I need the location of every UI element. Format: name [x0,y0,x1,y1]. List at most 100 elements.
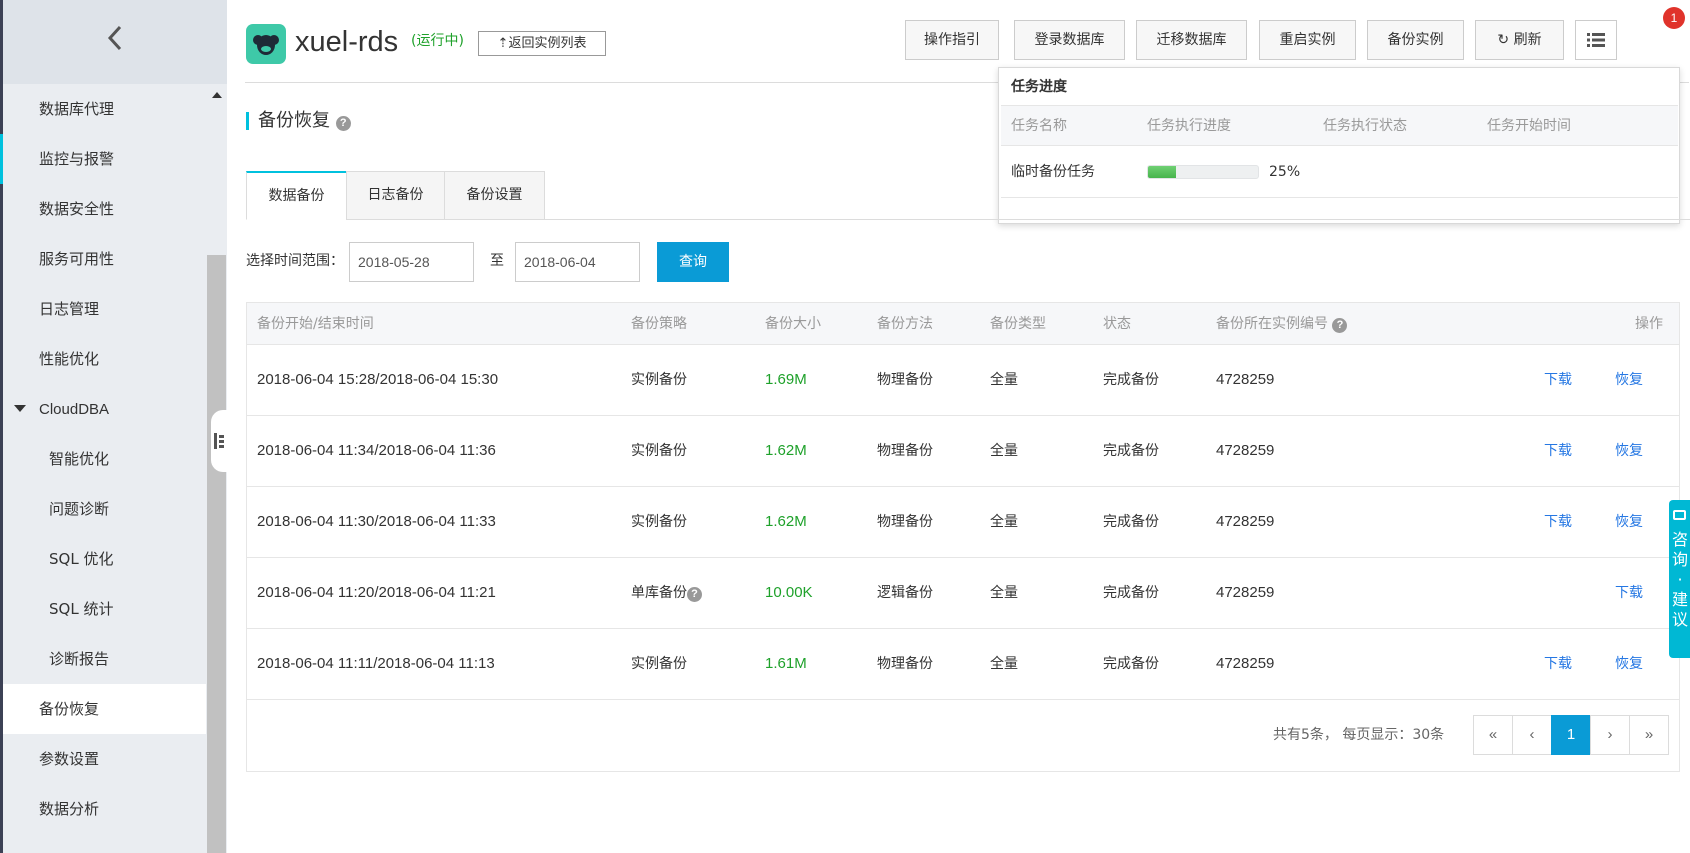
sidebar-toggle-button[interactable] [211,410,227,472]
cell-policy: 实例备份 [631,656,687,672]
tab-backup-settings[interactable]: 备份设置 [444,171,545,220]
cell-method: 物理备份 [877,656,933,672]
cell-method: 物理备份 [877,372,933,388]
table-row: 2018-06-04 11:11/2018-06-04 11:13 实例备份 1… [247,629,1679,700]
scroll-up-arrow-icon[interactable] [212,92,222,98]
sidebar-scrollbar-thumb[interactable] [207,255,226,853]
task-table-header: 任务名称 任务执行进度 任务执行状态 任务开始时间 [1001,105,1678,146]
download-link[interactable]: 下载 [1544,370,1572,390]
download-link[interactable]: 下载 [1544,512,1572,532]
cell-time: 2018-06-04 11:20/2018-06-04 11:21 [257,584,496,601]
page-title-accent [246,112,249,130]
cell-status: 完成备份 [1103,514,1159,530]
sidebar-collapse-button[interactable] [100,20,130,56]
table-row: 2018-06-04 11:20/2018-06-04 11:21 单库备份? … [247,558,1679,629]
restore-link[interactable]: 恢复 [1615,654,1643,674]
cell-instance: 4728259 [1216,655,1275,672]
prev-page-button[interactable]: ‹ [1512,715,1552,755]
sidebar-item-diagnosis[interactable]: 问题诊断 [0,484,206,534]
cell-type: 全量 [990,585,1018,601]
page-1-button[interactable]: 1 [1551,715,1591,755]
sidebar-item-smart-optimize[interactable]: 智能优化 [0,434,206,484]
sidebar-item-sql-stats[interactable]: SQL 统计 [0,584,206,634]
task-name: 临时备份任务 [1011,164,1095,180]
restore-link[interactable]: 恢复 [1615,441,1643,461]
backup-instance-button[interactable]: 备份实例 [1367,20,1464,60]
cell-method: 物理备份 [877,514,933,530]
rds-logo-icon [253,35,279,55]
next-page-button[interactable]: › [1590,715,1630,755]
task-col-start-time: 任务开始时间 [1487,118,1571,134]
restore-link[interactable]: 恢复 [1615,370,1643,390]
cell-status: 完成备份 [1103,656,1159,672]
sidebar-item-backup-restore[interactable]: 备份恢复 [3,684,206,734]
cell-status: 完成备份 [1103,372,1159,388]
consult-label: 咨询·建议 [1671,530,1688,629]
tab-data-backup[interactable]: 数据备份 [246,171,347,220]
query-button[interactable]: 查询 [657,242,729,282]
refresh-button[interactable]: ↻ 刷新 [1475,20,1564,60]
sidebar-item-data-security[interactable]: 数据安全性 [0,184,206,234]
restore-link[interactable]: 恢复 [1615,512,1643,532]
col-status: 状态 [1103,316,1131,332]
last-page-button[interactable]: » [1629,715,1669,755]
guide-button[interactable]: 操作指引 [905,20,999,60]
col-size: 备份大小 [765,316,821,332]
sidebar-menu: 数据库代理 监控与报警 数据安全性 服务可用性 日志管理 性能优化 CloudD… [0,84,206,834]
cell-policy: 单库备份? [631,583,702,603]
download-link[interactable]: 下载 [1544,441,1572,461]
range-separator: 至 [490,253,504,269]
refresh-icon: ↻ [1497,32,1510,48]
task-progress-panel: 任务进度 任务名称 任务执行进度 任务执行状态 任务开始时间 临时备份任务 25… [998,67,1680,224]
chat-icon [1673,510,1686,520]
cell-instance: 4728259 [1216,371,1275,388]
first-page-button[interactable]: « [1473,715,1513,755]
sidebar-item-sql-optimize[interactable]: SQL 优化 [0,534,206,584]
restart-instance-button[interactable]: 重启实例 [1259,20,1356,60]
sidebar-item-data-analysis[interactable]: 数据分析 [0,784,206,834]
download-link[interactable]: 下载 [1544,654,1572,674]
sidebar-item-monitoring[interactable]: 监控与报警 [0,134,206,184]
col-instance-label: 备份所在实例编号 [1216,316,1328,332]
start-date-input[interactable] [349,242,474,282]
cell-instance: 4728259 [1216,513,1275,530]
sidebar-item-performance[interactable]: 性能优化 [0,334,206,384]
task-col-name: 任务名称 [1011,118,1067,134]
pagination-info: 共有5条， 每页显示：30条 [1273,727,1445,743]
cell-method: 物理备份 [877,443,933,459]
back-to-list-button[interactable]: ⇡返回实例列表 [478,31,606,56]
table-header: 备份开始/结束时间 备份策略 备份大小 备份方法 备份类型 状态 备份所在实例编… [247,303,1679,345]
login-db-button[interactable]: 登录数据库 [1014,20,1125,60]
sidebar-item-availability[interactable]: 服务可用性 [0,234,206,284]
cell-method: 逻辑备份 [877,585,933,601]
collapse-menu-icon [214,433,224,449]
cell-instance: 4728259 [1216,442,1275,459]
cell-size: 1.69M [765,371,807,388]
task-list-button[interactable] [1575,20,1617,60]
end-date-input[interactable] [515,242,640,282]
migrate-db-button[interactable]: 迁移数据库 [1136,20,1247,60]
cell-policy: 实例备份 [631,372,687,388]
sidebar-item-db-proxy[interactable]: 数据库代理 [0,84,206,134]
sidebar-item-diagnosis-report[interactable]: 诊断报告 [0,634,206,684]
sidebar-item-params[interactable]: 参数设置 [0,734,206,784]
cell-size: 10.00K [765,584,813,601]
help-icon[interactable]: ? [687,586,702,602]
table-row: 2018-06-04 11:34/2018-06-04 11:36 实例备份 1… [247,416,1679,487]
sidebar-item-clouddba[interactable]: CloudDBA [0,384,206,434]
help-icon[interactable]: ? [335,115,351,131]
cell-policy: 实例备份 [631,514,687,530]
col-time: 备份开始/结束时间 [257,316,374,332]
page-title: 备份恢复 ? [258,109,351,133]
consult-float-button[interactable]: 咨询·建议 [1669,500,1690,658]
page-title-text: 备份恢复 [258,110,330,131]
cell-type: 全量 [990,656,1018,672]
instance-status: (运行中) [411,33,464,49]
help-icon[interactable]: ? [1332,317,1348,333]
cell-time: 2018-06-04 11:34/2018-06-04 11:36 [257,442,496,459]
task-col-progress: 任务执行进度 [1147,118,1231,134]
task-progress-bar [1147,165,1259,179]
sidebar-item-log-management[interactable]: 日志管理 [0,284,206,334]
tab-log-backup[interactable]: 日志备份 [346,171,445,220]
download-link[interactable]: 下载 [1615,583,1643,603]
